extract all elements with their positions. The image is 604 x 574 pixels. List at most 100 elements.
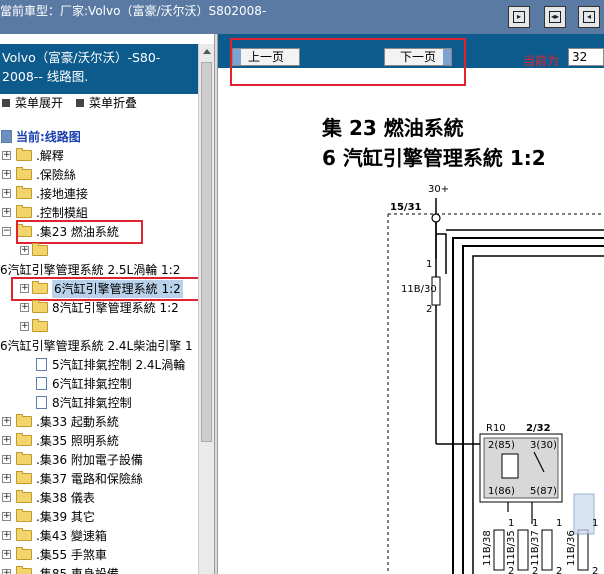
- expand-icon: +: [2, 169, 11, 179]
- folder-icon: [16, 186, 32, 199]
- expand-icon: +: [2, 188, 11, 198]
- connector-label: 11B/36: [566, 530, 577, 566]
- tree-item-label: .接地連接: [36, 187, 88, 201]
- connector-label: 11B/35: [506, 530, 517, 566]
- folder-icon: [16, 528, 32, 541]
- expand-icon: +: [2, 454, 11, 464]
- window-title: 當前車型：厂家:Volvo（富豪/沃尔沃）S802008-: [0, 4, 267, 18]
- expand-icon: +: [2, 511, 11, 521]
- relay-pin: 1(86): [488, 486, 515, 497]
- folder-icon: [16, 509, 32, 522]
- document-icon: [36, 358, 47, 371]
- pin-label: 2: [592, 566, 598, 574]
- connector-box: [577, 529, 589, 571]
- panel-split-button[interactable]: ◂▸: [544, 6, 566, 28]
- node-circle: [431, 213, 441, 223]
- pin-label: 1: [592, 518, 598, 529]
- connector-label: 11B/38: [482, 530, 493, 566]
- fuse-pin-top: 1: [426, 259, 432, 270]
- wire: [436, 233, 447, 274]
- document-icon: [36, 396, 47, 409]
- folder-icon: [32, 300, 48, 313]
- tree-item-label: 8汽缸引擎管理系統 1:2: [52, 301, 179, 315]
- expand-icon: +: [2, 416, 11, 426]
- folder-icon: [16, 452, 32, 465]
- highlight-box: [11, 277, 209, 301]
- expand-icon: +: [20, 321, 29, 331]
- expand-icon: +: [2, 530, 11, 540]
- collapse-icon: [76, 99, 84, 107]
- document-icon: [36, 377, 47, 390]
- connector-box: [517, 529, 529, 571]
- tree-header-line1: Volvo（富豪/沃尔沃）-S80-: [2, 50, 161, 65]
- expand-all-label: 菜单展开: [15, 96, 64, 110]
- folder-icon: [32, 243, 48, 256]
- collapse-icon: −: [2, 226, 11, 236]
- tree-item-label: .集35 照明系統: [36, 434, 119, 448]
- panel-right-icon: ◂: [583, 11, 595, 23]
- expand-icon: +: [20, 245, 29, 255]
- folder-icon: [16, 148, 32, 161]
- tree-item-label: .集36 附加電子設備: [36, 453, 143, 467]
- expand-icon: +: [2, 150, 11, 160]
- tree-item-label: .保險絲: [36, 168, 76, 182]
- expand-icon: +: [2, 473, 11, 483]
- folder-icon: [16, 566, 32, 574]
- scrollbar-thumb[interactable]: [201, 62, 212, 442]
- expand-icon: +: [20, 302, 29, 312]
- tree-item-label: .集39 其它: [36, 510, 95, 524]
- tree-item-label: .集37 電路和保險絲: [36, 472, 143, 486]
- wiring-diagram: 30+ 15/31 1 11B/30 2 R10 2/32 2(85) 3(30…: [387, 184, 604, 574]
- scroll-up-icon[interactable]: [201, 46, 213, 58]
- expand-icon: +: [2, 207, 11, 217]
- collapse-all-button[interactable]: 菜单折叠: [76, 94, 137, 111]
- folder-icon: [16, 414, 32, 427]
- tree-item-label: .集33 起動系統: [36, 415, 119, 429]
- pin-label: 1: [556, 518, 562, 529]
- panel-left-icon: ▸: [513, 11, 525, 23]
- tree-item-label: .集43 變速箱: [36, 529, 107, 543]
- node-label: 15/31: [390, 202, 422, 213]
- relay-label: R10: [486, 423, 506, 434]
- fuse-pin-bottom: 2: [426, 304, 432, 315]
- panel-left-button[interactable]: ▸: [508, 6, 530, 28]
- folder-icon: [16, 205, 32, 218]
- tree-item-label: 6汽缸引擎管理系統 2.4L柴油引擎 1: [0, 339, 193, 353]
- tree-header-line2: 2008-- 线路图.: [2, 69, 89, 84]
- collapse-all-label: 菜单折叠: [89, 96, 138, 110]
- folder-icon: [16, 490, 32, 503]
- tree-header: Volvo（富豪/沃尔沃）-S80- 2008-- 线路图.: [0, 44, 198, 94]
- tree-item-label: 8汽缸排氣控制: [52, 396, 132, 410]
- highlight-box: [16, 220, 143, 244]
- folder-icon: [32, 319, 48, 332]
- folder-icon: [16, 471, 32, 484]
- pin-label: 1: [508, 518, 514, 529]
- pin-label: 2: [556, 566, 562, 574]
- relay-coil: [501, 453, 519, 479]
- watermark-mark: [573, 493, 595, 535]
- tree-item-label: .集55 手煞車: [36, 548, 107, 562]
- pin-label: 2: [508, 566, 514, 574]
- tree-root-label: 当前:线路图: [16, 130, 81, 144]
- expand-icon: +: [2, 569, 11, 574]
- folder-icon: [16, 167, 32, 180]
- root-icon: [1, 130, 12, 143]
- folder-icon: [16, 547, 32, 560]
- tree-scrollbar[interactable]: [198, 44, 214, 574]
- expand-icon: +: [2, 435, 11, 445]
- tree-item-label: .集38 儀表: [36, 491, 95, 505]
- tree-item-label: .解釋: [36, 149, 64, 163]
- relay-pin: 3(30): [530, 440, 557, 451]
- expand-all-button[interactable]: 菜单展开: [2, 94, 63, 111]
- connector-label: 11B/37: [530, 530, 541, 566]
- pin-label: 2: [532, 566, 538, 574]
- tree-item-label: 6汽缸排氣控制: [52, 377, 132, 391]
- expand-icon: [2, 99, 10, 107]
- panel-right-button[interactable]: ◂: [578, 6, 600, 28]
- relay-pin: 2(85): [488, 440, 515, 451]
- expand-icon: +: [2, 492, 11, 502]
- pin-label: 1: [532, 518, 538, 529]
- folder-icon: [16, 433, 32, 446]
- tree-item-label: 5汽缸排氣控制 2.4L渦輪: [52, 358, 186, 372]
- expand-icon: +: [2, 549, 11, 559]
